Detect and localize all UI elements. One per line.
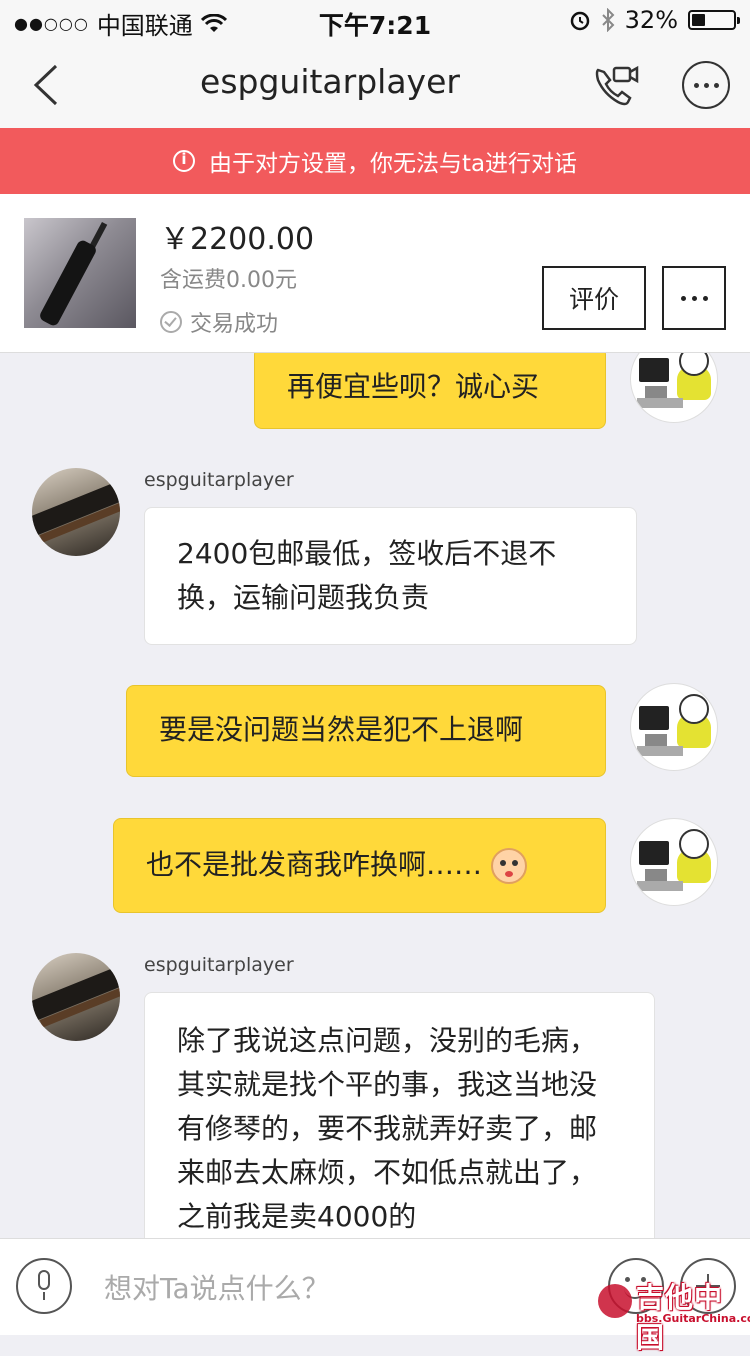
- dot-icon: [691, 295, 697, 301]
- bluetooth-icon: [601, 8, 615, 32]
- voice-input-icon[interactable]: [16, 1258, 72, 1314]
- sender-name: espguitarplayer: [144, 469, 294, 491]
- my-avatar[interactable]: [630, 818, 718, 906]
- product-price: ￥2200.00: [160, 222, 315, 257]
- my-message-bubble[interactable]: 也不是批发商我咋换啊……: [113, 818, 606, 913]
- dot-icon: [702, 295, 708, 301]
- product-panel: ￥2200.00 含运费0.00元 交易成功 评价: [0, 194, 750, 353]
- trade-status: 交易成功: [160, 306, 278, 338]
- dot-icon: [713, 82, 719, 88]
- message-text: 要是没问题当然是犯不上退啊: [159, 713, 524, 746]
- watermark-url: bbs.GuitarChina.com: [636, 1312, 750, 1325]
- flushed-sweat-emoji-icon: [490, 848, 527, 884]
- my-message-bubble[interactable]: 再便宜些呗？诚心买: [254, 353, 606, 429]
- nav-bar: espguitarplayer: [0, 42, 750, 128]
- guitar-body-shape: [38, 238, 98, 328]
- alarm-icon: [570, 11, 589, 31]
- message-text: 也不是批发商我咋换啊……: [146, 848, 483, 881]
- sender-name: espguitarplayer: [144, 954, 294, 976]
- message-text: 2400包邮最低，签收后不退不换，运输问题我负责: [177, 537, 557, 614]
- message-text: 除了我说这点问题，没别的毛病，其实就是找个平的事，我这当地没有修琴的，要不我就弄…: [177, 1024, 598, 1233]
- dot-icon: [680, 295, 686, 301]
- battery-percent: 32%: [624, 6, 678, 34]
- dot-icon: [703, 82, 709, 88]
- conversation-title: espguitarplayer: [200, 62, 460, 101]
- my-avatar[interactable]: [630, 353, 718, 423]
- dot-icon: [693, 82, 699, 88]
- phone-video-call-icon[interactable]: [590, 60, 640, 110]
- site-watermark: 吉他中国 bbs.GuitarChina.com: [598, 1276, 750, 1354]
- chat-message-list[interactable]: 再便宜些呗？诚心买 espguitarplayer 2400包邮最低，签收后不退…: [0, 353, 750, 1238]
- seller-avatar[interactable]: [32, 953, 120, 1041]
- rate-button[interactable]: 评价: [542, 266, 646, 330]
- my-avatar[interactable]: [630, 683, 718, 771]
- their-message-bubble[interactable]: 除了我说这点问题，没别的毛病，其实就是找个平的事，我这当地没有修琴的，要不我就弄…: [144, 992, 655, 1238]
- product-more-button[interactable]: [662, 266, 726, 330]
- battery-fill: [692, 14, 705, 26]
- message-input[interactable]: 想对Ta说点什么？: [104, 1267, 330, 1307]
- my-message-bubble[interactable]: 要是没问题当然是犯不上退啊: [126, 685, 606, 777]
- seller-avatar[interactable]: [32, 468, 120, 556]
- trade-status-label: 交易成功: [190, 312, 279, 337]
- status-bar: ●●○○○ 中国联通 下午7:21 32%: [0, 0, 750, 42]
- message-text: 再便宜些呗？诚心买: [287, 370, 540, 403]
- info-icon: [172, 150, 195, 172]
- guitarchina-logo-icon: [598, 1284, 632, 1318]
- battery-icon: [688, 10, 740, 30]
- more-options-button[interactable]: [682, 61, 730, 109]
- product-thumbnail[interactable]: [24, 218, 136, 328]
- blocked-chat-banner: 由于对方设置，你无法与ta进行对话: [0, 128, 750, 194]
- shipping-fee: 含运费0.00元: [160, 268, 297, 293]
- banner-text: 由于对方设置，你无法与ta进行对话: [208, 151, 578, 177]
- check-circle-icon: [160, 311, 182, 333]
- their-message-bubble[interactable]: 2400包邮最低，签收后不退不换，运输问题我负责: [144, 507, 637, 645]
